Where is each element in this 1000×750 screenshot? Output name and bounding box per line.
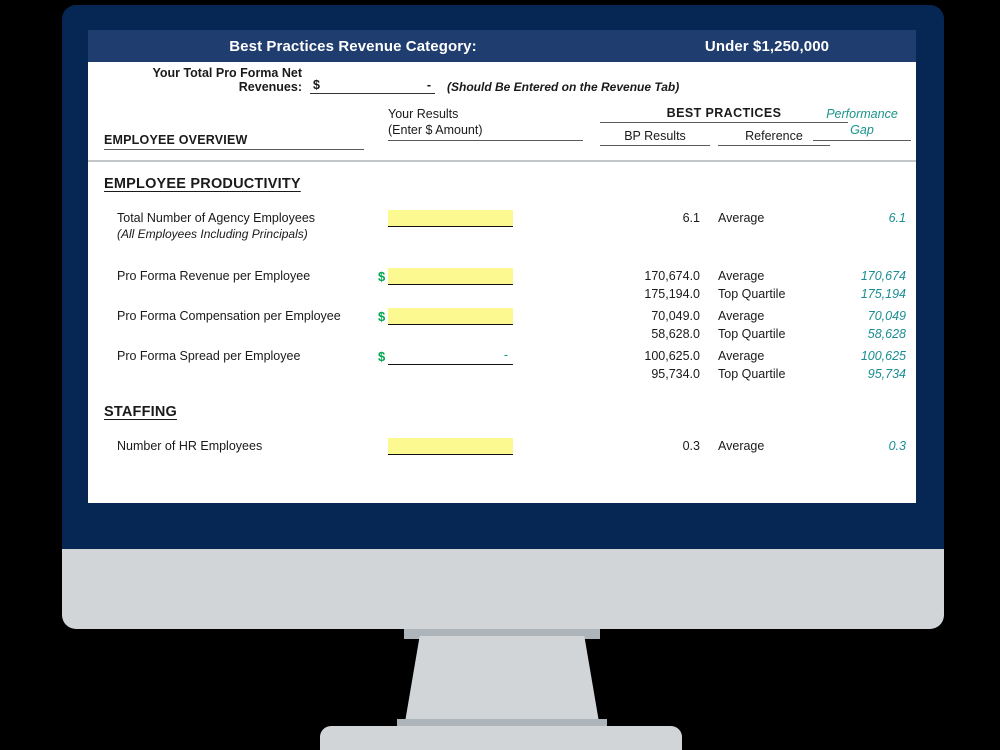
row-label: Pro Forma Compensation per Employee [117,308,341,323]
column-header-bp-results: BP Results [600,129,710,146]
total-net-revenues-label: Your Total Pro Forma Net Revenues: [152,66,302,94]
performance-gap-value: 170,674 [860,268,906,283]
row-label: Pro Forma Spread per Employee [117,348,301,363]
your-results-input[interactable] [388,307,513,325]
monitor-stand-base [320,726,682,750]
performance-gap-value: 58,628 [867,326,906,341]
column-header-best-practices: BEST PRACTICES [600,106,848,123]
section-heading: STAFFING [104,403,178,420]
row-label: Total Number of Agency Employees [117,210,316,225]
performance-gap-line1: Performance [826,107,898,121]
revenue-category-value: Under $1,250,000 [704,37,830,55]
header-divider [88,160,916,162]
bp-result-value: 58,628.0 [651,326,700,341]
row-label: Pro Forma Revenue per Employee [117,268,311,283]
currency-symbol: $ [313,78,320,92]
column-headers: EMPLOYEE OVERVIEW Your Results (Enter $ … [88,102,916,160]
row-label: Number of HR Employees [117,438,263,453]
bp-result-value: 170,674.0 [644,268,700,283]
your-results-input[interactable] [388,209,513,227]
table-row: Pro Forma Spread per Employee $ - 100,625.0… [88,348,916,388]
monitor-chin [62,549,944,629]
your-results-input[interactable]: - [388,348,513,365]
your-results-line1: Your Results [388,107,459,121]
your-results-line2: (Enter $ Amount) [388,123,483,137]
table-row: Pro Forma Revenue per Employee $170,674.0… [88,267,916,308]
screen-viewport: Best Practices Revenue Category: Under $… [88,30,916,503]
performance-gap-value: 95,734 [867,366,906,381]
revenue-category-label: Best Practices Revenue Category: [229,37,477,55]
performance-gap-line2: Gap [850,123,874,137]
column-header-performance-gap: Performance Gap [813,106,911,141]
table-row: Total Number of Agency Employees (All Emp… [88,209,916,268]
bp-result-value: 175,194.0 [644,286,700,301]
your-results-input[interactable] [388,437,513,455]
total-net-revenues-row: Your Total Pro Forma Net Revenues: $ - (… [88,62,916,94]
total-net-revenues-note: (Should Be Entered on the Revenue Tab) [447,80,680,94]
performance-gap-value: 70,049 [867,308,906,323]
your-results-input[interactable] [388,267,513,285]
column-header-employee-overview: EMPLOYEE OVERVIEW [104,133,364,150]
performance-gap-value: 6.1 [888,210,906,225]
bp-result-value: 6.1 [682,210,700,225]
table-row: Number of HR Employees 0.3 Average 0.3 [88,437,916,478]
currency-symbol: $ [378,348,386,364]
bp-result-value: 70,049.0 [651,308,700,323]
spreadsheet-body: Your Total Pro Forma Net Revenues: $ - (… [88,62,916,478]
total-net-revenues-value: - [426,78,431,92]
bp-result-value: 95,734.0 [651,366,700,381]
row-sublabel: (All Employees Including Principals) [117,226,308,241]
currency-symbol: $ [378,308,386,324]
bp-result-value: 100,625.0 [644,348,700,363]
performance-gap-value: 0.3 [888,438,906,453]
section-heading: EMPLOYEE PRODUCTIVITY [104,175,301,192]
total-net-revenues-input[interactable]: $ - [310,78,435,94]
title-bar: Best Practices Revenue Category: Under $… [88,30,916,62]
performance-gap-value: 100,625 [860,348,906,363]
sections-container: EMPLOYEE PRODUCTIVITY Total Number of Age… [88,176,916,478]
column-header-your-results: Your Results (Enter $ Amount) [388,106,583,141]
bp-result-value: 0.3 [682,438,700,453]
performance-gap-value: 175,194 [860,286,906,301]
monitor-stand-neck [404,636,600,728]
currency-symbol: $ [378,268,386,284]
table-row: Pro Forma Compensation per Employee $70,0… [88,307,916,348]
